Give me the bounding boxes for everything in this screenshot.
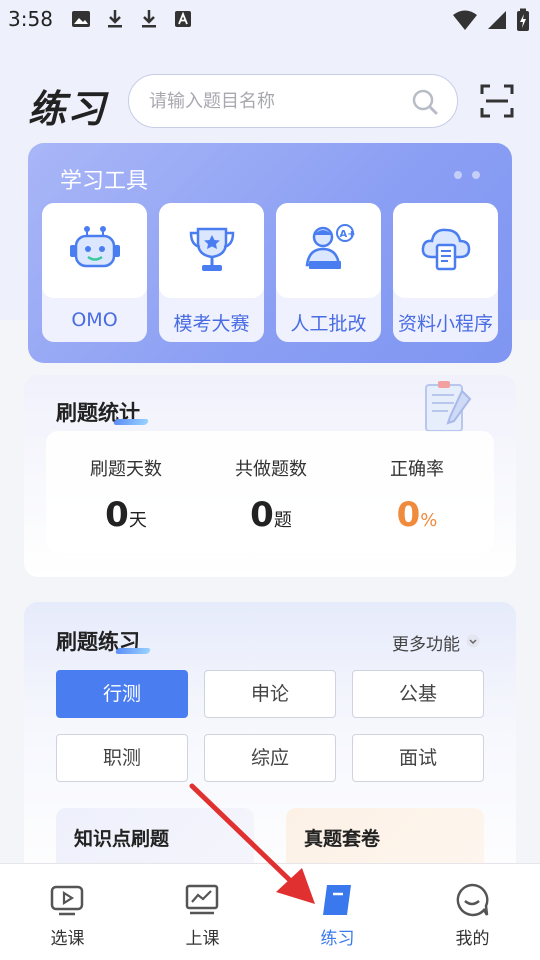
more-functions-label: 更多功能 bbox=[392, 635, 460, 655]
nav-label: 上课 bbox=[185, 929, 220, 949]
more-functions-button[interactable]: 更多功能 bbox=[392, 630, 480, 655]
teacher-icon: A+ bbox=[301, 221, 357, 277]
stat-label: 共做题数 bbox=[235, 459, 307, 480]
monitor-chart-icon bbox=[184, 882, 220, 918]
play-board-icon bbox=[49, 882, 85, 918]
scan-icon[interactable] bbox=[480, 84, 514, 118]
nav-item-class[interactable]: 上课 bbox=[135, 864, 270, 960]
status-bar: 3:58 bbox=[0, 0, 540, 40]
document-pen-icon bbox=[425, 381, 472, 432]
status-system-icons bbox=[452, 8, 530, 36]
notebook-icon bbox=[319, 882, 355, 918]
chat-face-icon bbox=[454, 882, 490, 918]
category-chip[interactable]: 公基 bbox=[352, 670, 484, 718]
tool-manual-grading[interactable]: A+ 人工批改 bbox=[276, 203, 381, 342]
nav-label: 练习 bbox=[320, 929, 355, 949]
category-chip[interactable]: 职测 bbox=[56, 734, 188, 782]
sub-card-title: 真题套卷 bbox=[304, 828, 381, 850]
category-chip[interactable]: 申论 bbox=[204, 670, 336, 718]
stat-unit: % bbox=[420, 510, 438, 531]
tools-title: 学习工具 bbox=[60, 169, 149, 194]
cell-signal-icon bbox=[486, 9, 508, 35]
stats-panel: 刷题天数 0天 共做题数 0题 正确率 0% bbox=[46, 431, 494, 553]
status-notification-icons bbox=[70, 8, 194, 30]
battery-charging-icon bbox=[516, 8, 530, 36]
robot-icon bbox=[67, 221, 123, 277]
stat-practice-days: 刷题天数 0天 bbox=[51, 455, 201, 535]
tool-mock-exam[interactable]: 模考大赛 bbox=[159, 203, 264, 342]
practice-stats-card: 刷题统计 刷题天数 0天 共做题数 0题 正确率 0% bbox=[24, 375, 516, 577]
category-chip[interactable]: 综应 bbox=[204, 734, 336, 782]
stat-correct-rate: 正确率 0% bbox=[342, 455, 492, 535]
practice-card: 刷题练习 更多功能 行测 申论 公基 职测 综应 面试 知识点刷题 真题套卷 bbox=[24, 602, 516, 902]
nav-item-courses[interactable]: 选课 bbox=[0, 864, 135, 960]
stat-value: 0 bbox=[396, 495, 421, 535]
svg-text:A+: A+ bbox=[340, 229, 356, 240]
nav-label: 选课 bbox=[50, 929, 85, 949]
download-icon bbox=[138, 8, 160, 30]
title-underline bbox=[114, 648, 152, 654]
stat-unit: 题 bbox=[273, 510, 292, 531]
category-chip[interactable]: 面试 bbox=[352, 734, 484, 782]
tool-label: 人工批改 bbox=[290, 313, 367, 335]
search-icon[interactable] bbox=[411, 88, 439, 116]
stat-unit: 天 bbox=[128, 510, 147, 531]
nav-label: 我的 bbox=[455, 929, 490, 949]
search-input[interactable] bbox=[149, 75, 409, 127]
tool-label: OMO bbox=[71, 309, 118, 331]
cloud-book-icon bbox=[418, 221, 474, 277]
nav-item-practice[interactable]: 练习 bbox=[270, 864, 405, 960]
stat-value: 0 bbox=[105, 495, 129, 535]
nav-item-me[interactable]: 我的 bbox=[405, 864, 540, 960]
tool-label: 模考大赛 bbox=[173, 313, 250, 335]
page-title: 练习 bbox=[28, 87, 107, 131]
download-icon bbox=[104, 8, 126, 30]
bottom-nav: 选课 上课 练习 我的 bbox=[0, 863, 540, 960]
search-box[interactable] bbox=[128, 74, 458, 128]
sub-card-title: 知识点刷题 bbox=[74, 828, 170, 850]
learning-tools-card: 学习工具 OMO 模考大赛 A+ 人工批改 资料小程序 bbox=[28, 143, 512, 363]
trophy-icon bbox=[184, 221, 240, 277]
stat-value: 0 bbox=[250, 495, 274, 535]
category-chip[interactable]: 行测 bbox=[56, 670, 188, 718]
tool-materials-miniapp[interactable]: 资料小程序 bbox=[393, 203, 498, 342]
image-icon bbox=[70, 8, 92, 30]
tool-label: 资料小程序 bbox=[397, 313, 493, 335]
stat-total-questions: 共做题数 0题 bbox=[196, 455, 346, 535]
tool-omo[interactable]: OMO bbox=[42, 203, 147, 342]
carousel-dots bbox=[454, 171, 480, 179]
title-underline bbox=[112, 419, 150, 425]
chevron-down-icon bbox=[466, 633, 480, 653]
status-time: 3:58 bbox=[8, 7, 53, 31]
font-a-icon bbox=[172, 8, 194, 30]
stat-label: 刷题天数 bbox=[90, 459, 162, 480]
stat-label: 正确率 bbox=[390, 459, 444, 480]
wifi-icon bbox=[452, 9, 478, 35]
